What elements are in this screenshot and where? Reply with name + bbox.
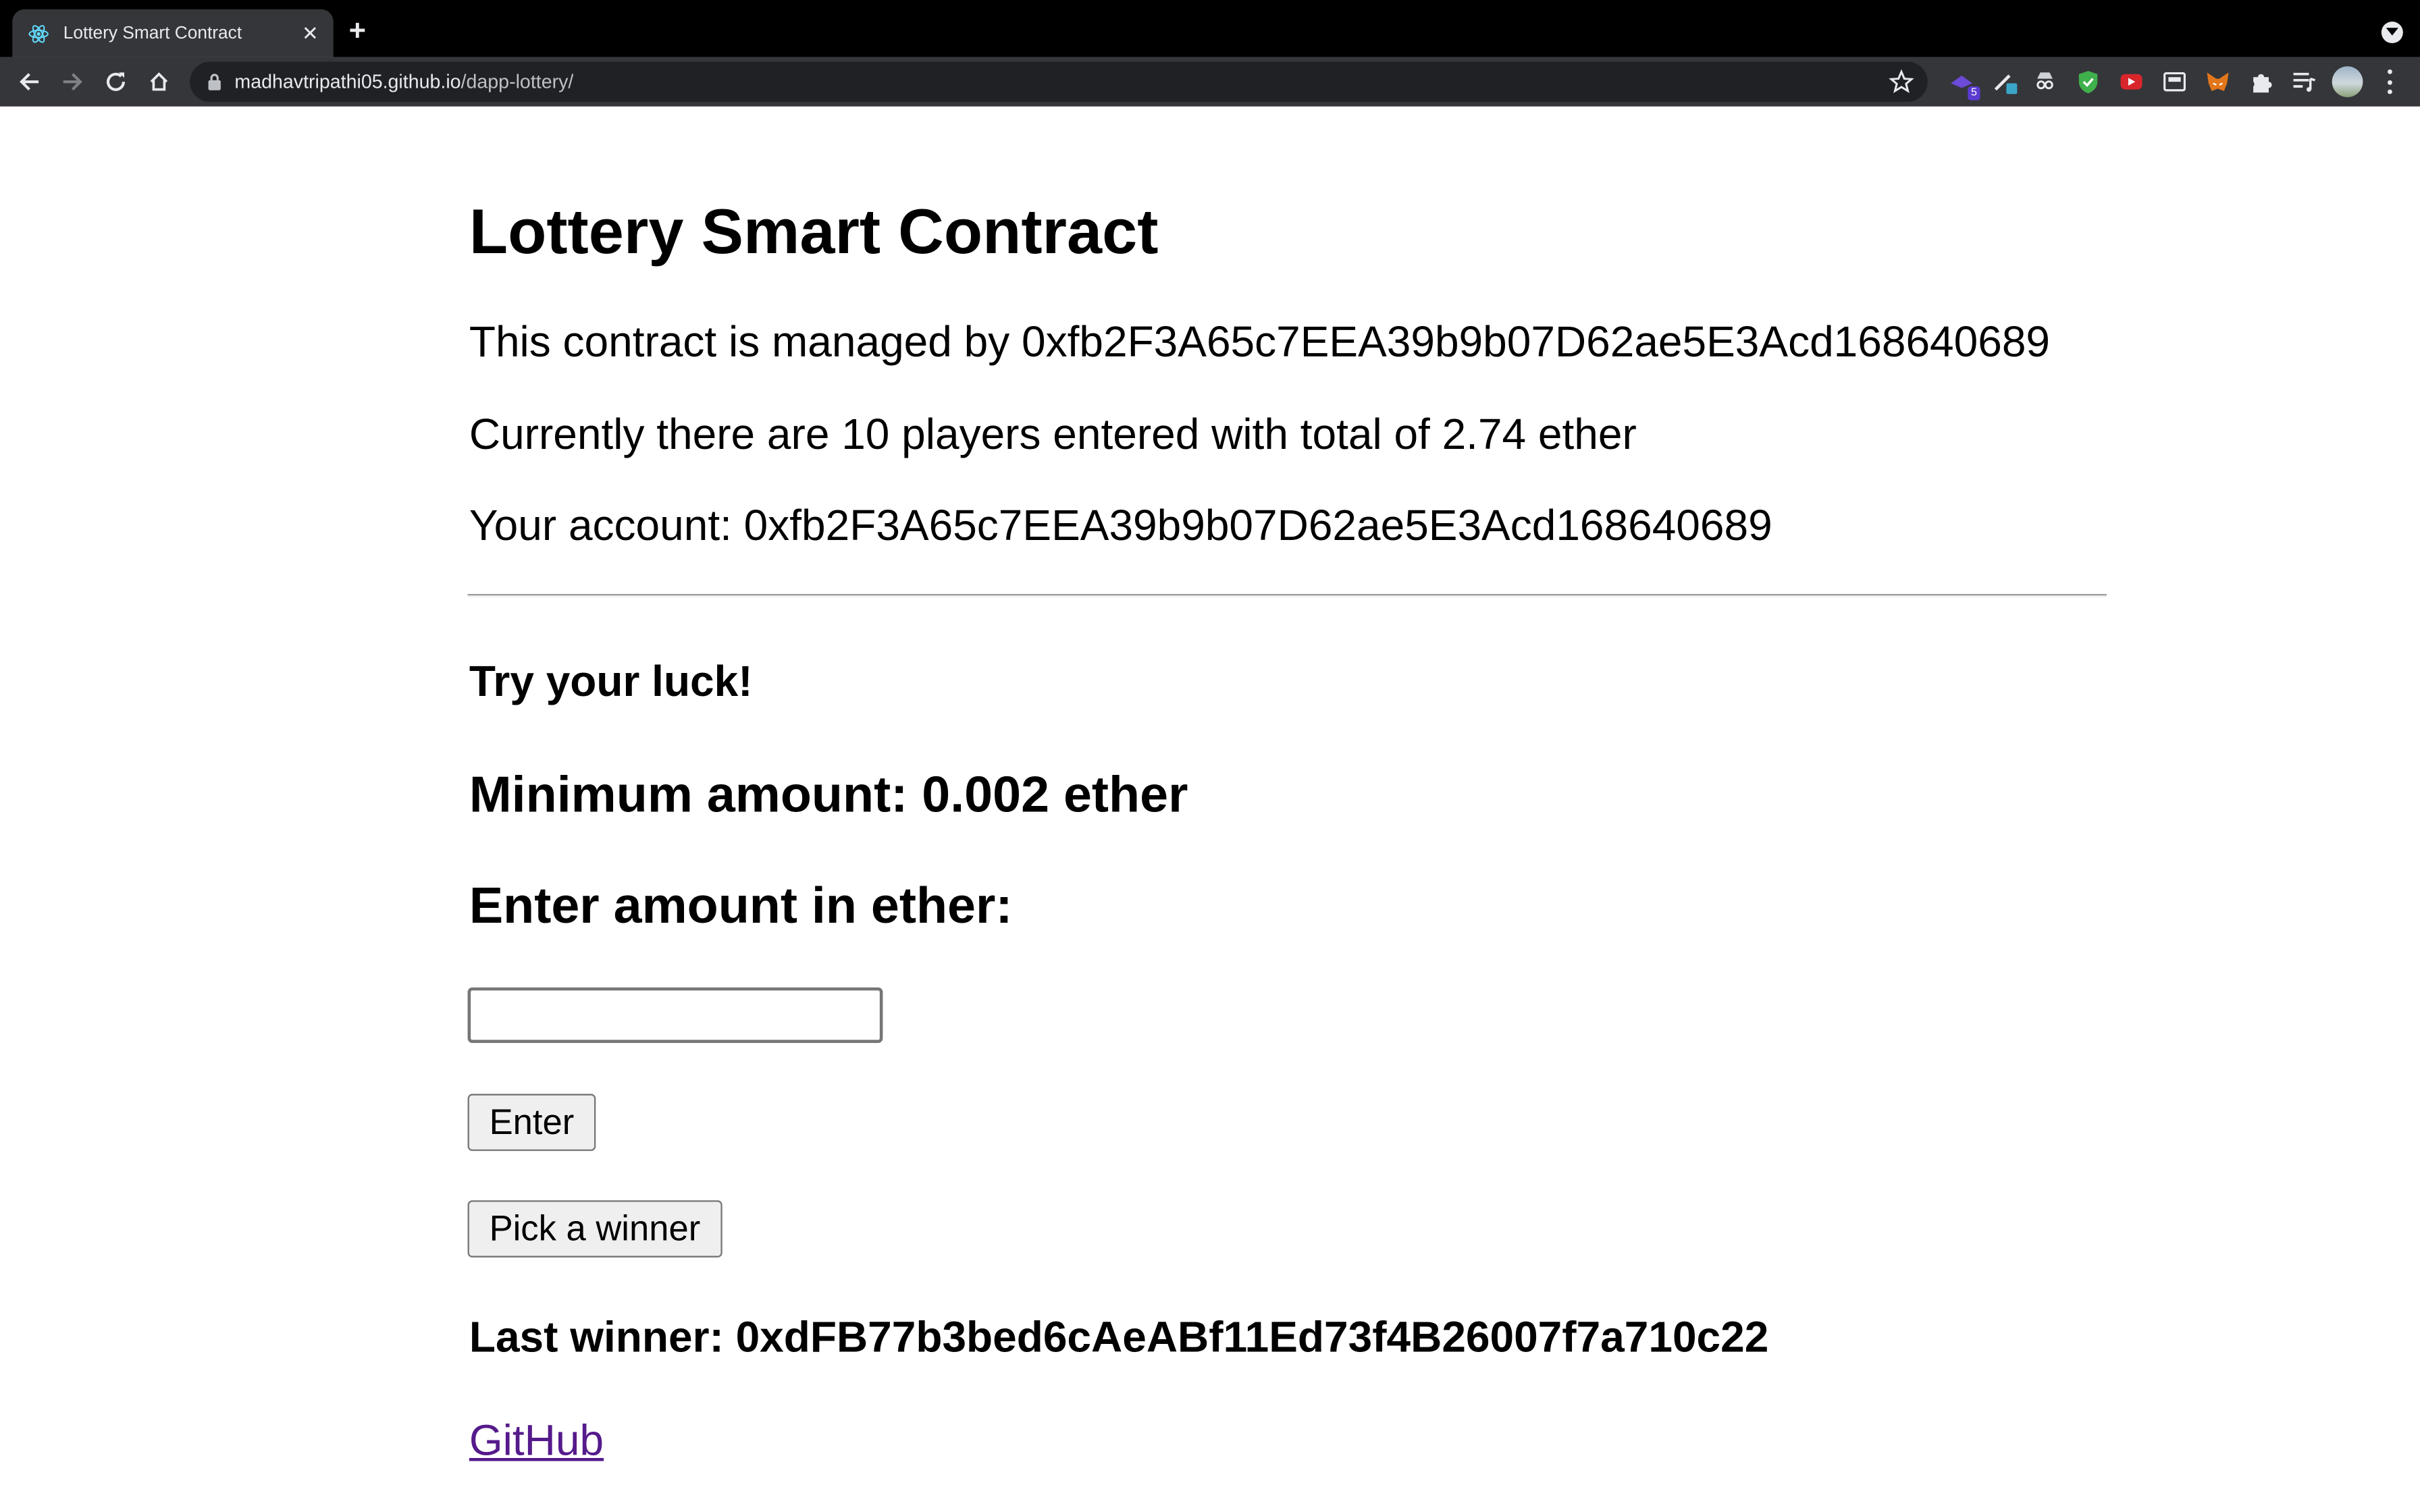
minimum-amount-heading: Minimum amount: 0.002 ether	[469, 765, 1188, 823]
enter-amount-label: Enter amount in ether:	[469, 876, 1013, 934]
back-arrow-icon[interactable]	[16, 68, 43, 96]
browser-menu-icon[interactable]	[2386, 69, 2392, 94]
video-extension-icon[interactable]	[2119, 70, 2144, 94]
lock-icon[interactable]	[207, 72, 222, 90]
picture-in-picture-icon[interactable]	[2162, 70, 2187, 94]
page-title: Lottery Smart Contract	[469, 196, 1159, 267]
hat-extension-icon[interactable]: 5	[1949, 70, 1980, 101]
account-text: Your account: 0xfb2F3A65c7EEA39b9b07D62a…	[469, 501, 1772, 549]
amount-input[interactable]	[467, 987, 883, 1044]
forward-arrow-icon[interactable]	[59, 68, 86, 96]
enter-button[interactable]: Enter	[467, 1094, 596, 1152]
bookmark-star-icon[interactable]	[1889, 69, 1914, 94]
browser-window: Lottery Smart Contract ✕ + madhavtripath…	[0, 0, 2420, 1512]
github-link[interactable]: GitHub	[469, 1416, 604, 1465]
browser-tab[interactable]: Lottery Smart Contract ✕	[12, 9, 334, 57]
home-icon[interactable]	[145, 68, 173, 96]
tab-search-icon[interactable]	[2381, 21, 2403, 43]
new-tab-icon[interactable]: +	[349, 17, 366, 46]
reload-icon[interactable]	[102, 68, 130, 96]
url-host: madhavtripathi05.github.io	[234, 71, 461, 93]
shield-extension-icon[interactable]	[2076, 70, 2101, 94]
media-queue-icon[interactable]	[2292, 70, 2317, 94]
metamask-fox-icon[interactable]	[2205, 70, 2230, 94]
last-winner-heading: Last winner: 0xdFB77b3bed6cAeABf11Ed73f4…	[469, 1313, 1769, 1361]
url-path: /dapp-lottery/	[461, 71, 574, 93]
url-text: madhavtripathi05.github.io/dapp-lottery/	[234, 71, 573, 92]
extension-badge: 5	[1968, 86, 1980, 101]
divider	[467, 593, 2107, 597]
extensions-puzzle-icon[interactable]	[2248, 70, 2273, 94]
address-bar[interactable]: madhavtripathi05.github.io/dapp-lottery/	[190, 61, 1928, 102]
players-text: Currently there are 10 players entered w…	[469, 410, 1637, 458]
tab-title: Lottery Smart Contract	[63, 24, 242, 43]
manager-text: This contract is managed by 0xfb2F3A65c7…	[469, 317, 2051, 366]
tab-strip: Lottery Smart Contract ✕ +	[0, 0, 2420, 57]
react-atom-icon	[28, 22, 49, 44]
profile-avatar[interactable]	[2332, 66, 2363, 97]
browser-toolbar: madhavtripathi05.github.io/dapp-lottery/…	[0, 57, 2420, 107]
try-luck-heading: Try your luck!	[469, 657, 753, 705]
pick-winner-button[interactable]: Pick a winner	[467, 1200, 722, 1258]
pen-extension-icon[interactable]	[1993, 70, 2018, 94]
spy-extension-icon[interactable]	[2032, 70, 2057, 94]
tab-close-icon[interactable]: ✕	[299, 22, 321, 44]
